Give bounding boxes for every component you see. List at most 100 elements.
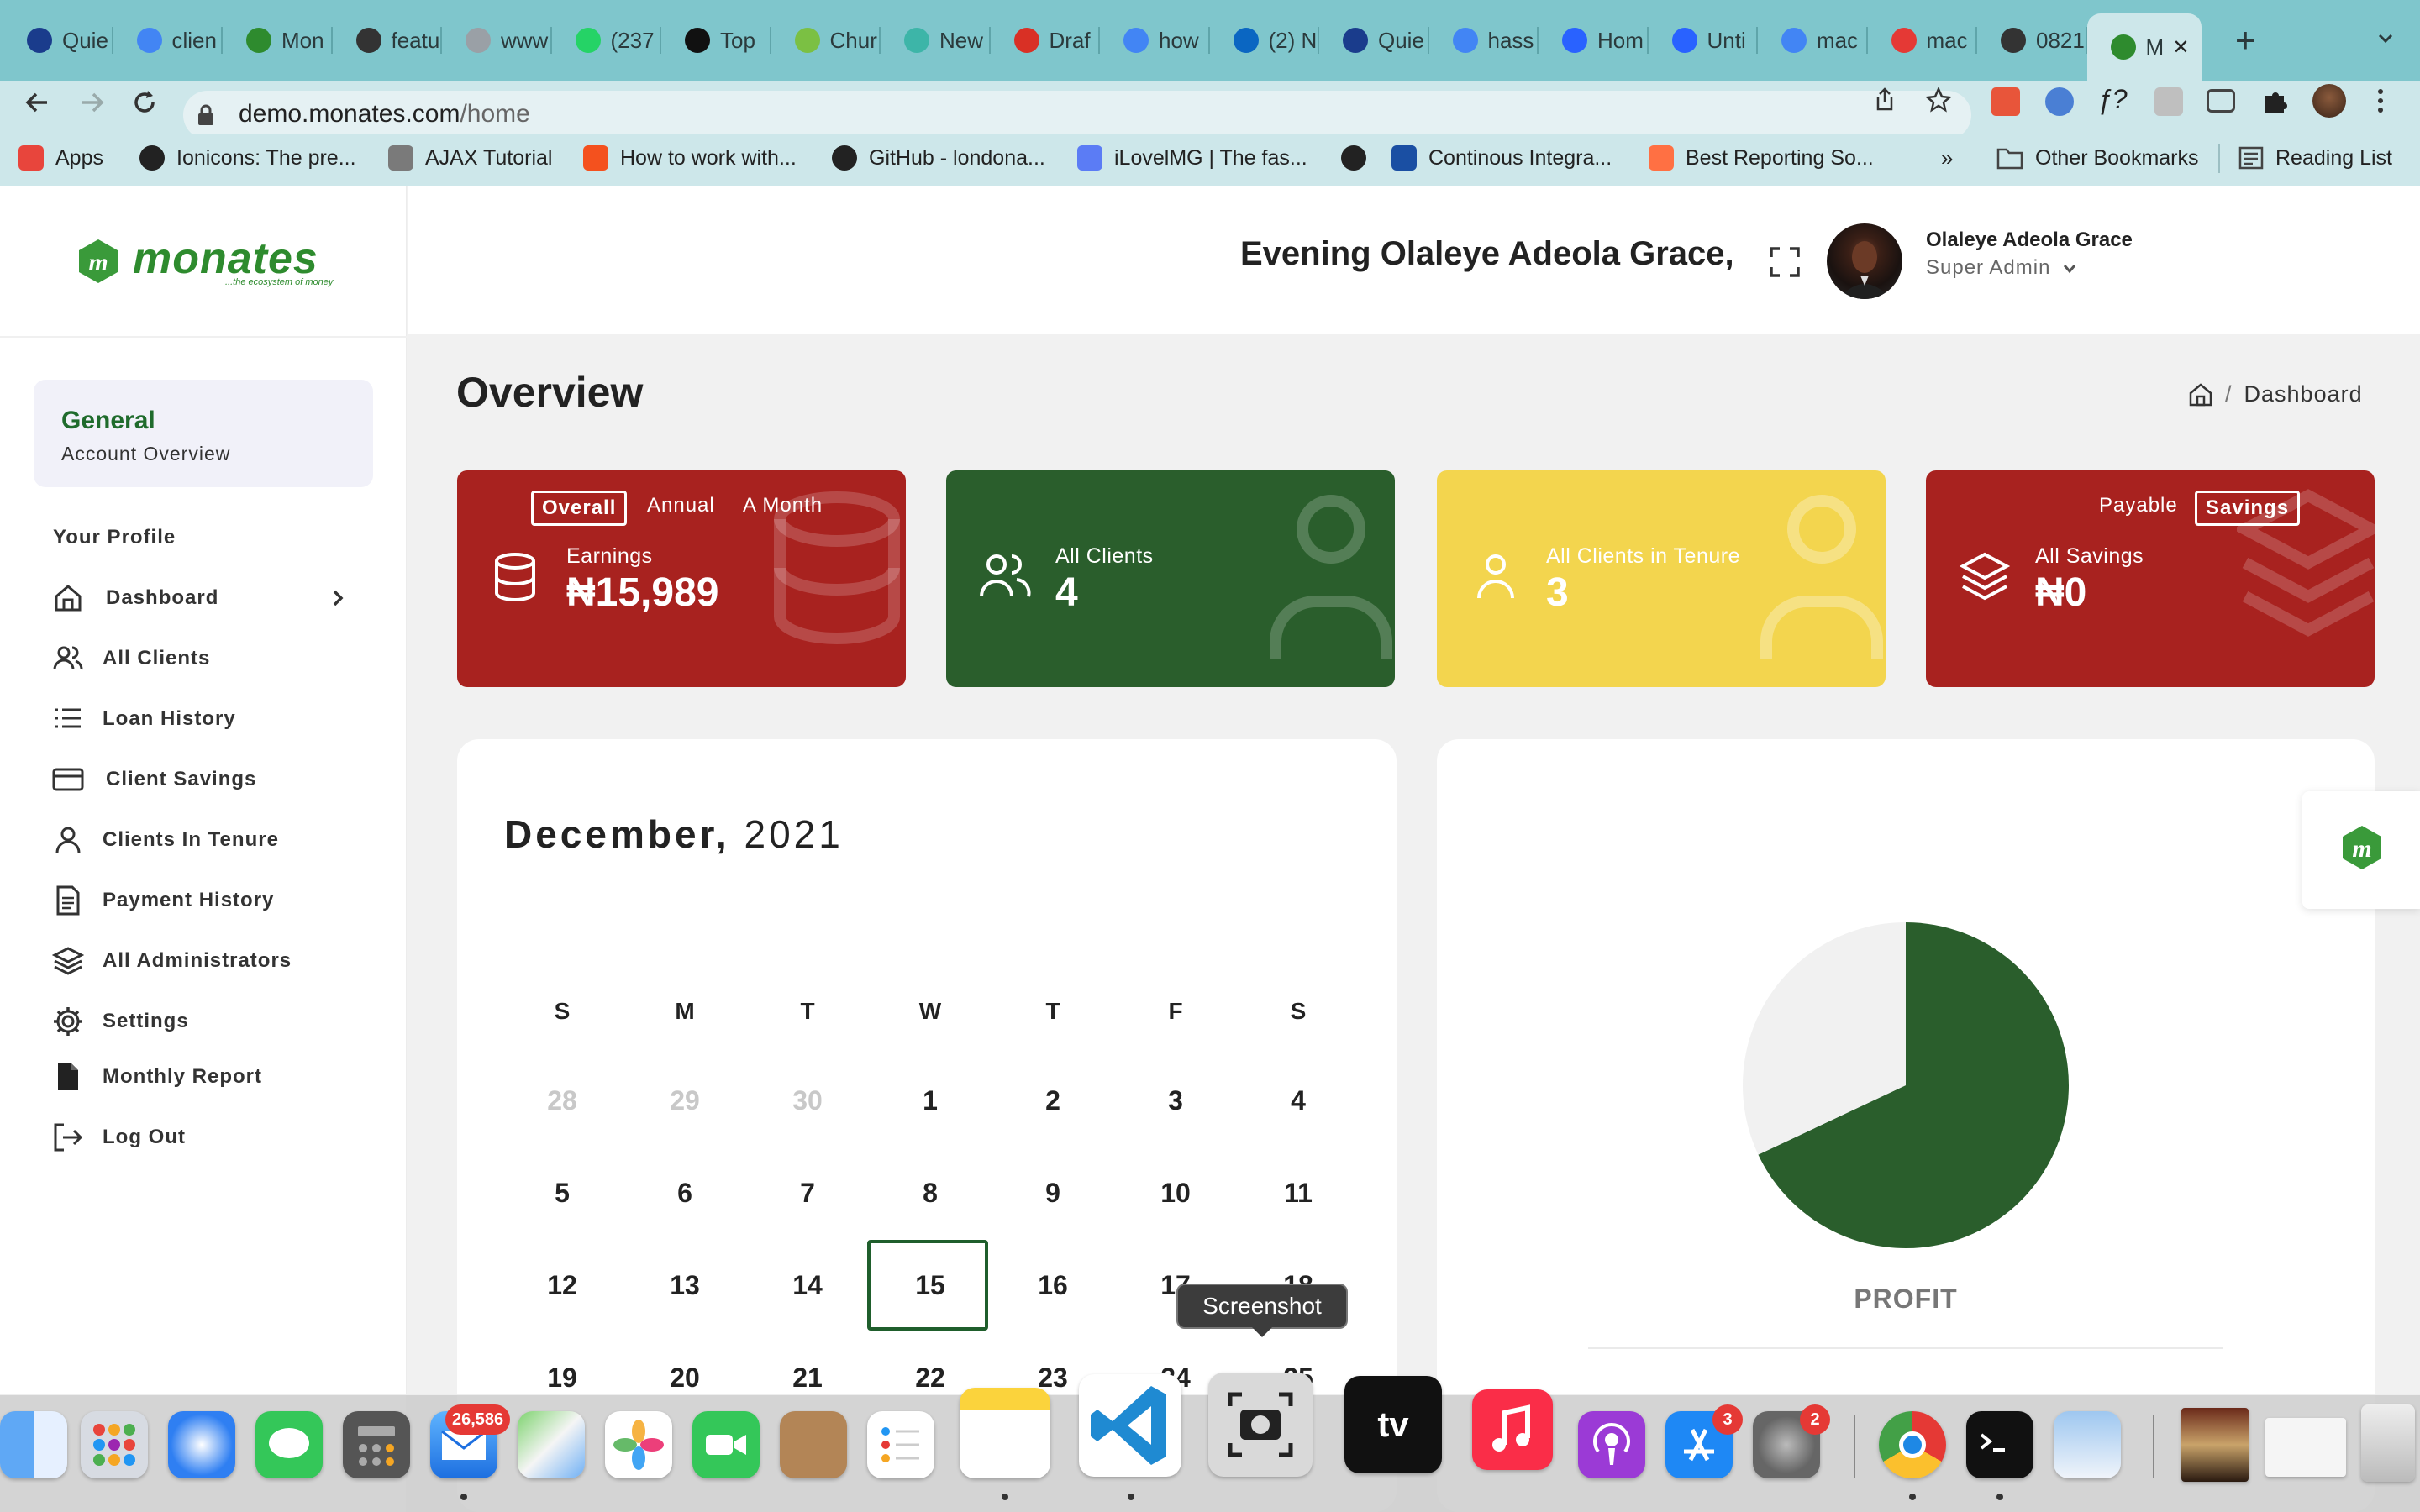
calendar-day[interactable]: 9 (1015, 1178, 1091, 1209)
calendar-day[interactable]: 2 (1015, 1085, 1091, 1116)
extension-display-icon[interactable] (2207, 89, 2235, 113)
browser-tab[interactable]: Draf (991, 15, 1100, 66)
music-icon[interactable] (1472, 1389, 1553, 1470)
fullscreen-icon[interactable] (1768, 245, 1802, 279)
apple-tv-icon[interactable]: tv (1344, 1376, 1442, 1473)
extension-gray-icon[interactable] (2154, 87, 2183, 116)
sidebar-item-settings[interactable]: Settings (52, 1003, 189, 1040)
sidebar-item-clients-in-tenure[interactable]: Clients In Tenure (52, 822, 279, 858)
all-clients-card[interactable]: All Clients 4 (946, 470, 1395, 687)
finder-icon[interactable] (0, 1411, 67, 1478)
floating-logo-button[interactable]: m (2302, 791, 2420, 909)
photos-icon[interactable] (605, 1411, 672, 1478)
browser-tab[interactable]: Top (661, 15, 771, 66)
tab-payable[interactable]: Payable (2091, 491, 2186, 521)
new-tab-button[interactable]: + (2235, 22, 2256, 59)
logo-text[interactable]: monates (133, 234, 318, 284)
browser-tab[interactable]: clien (113, 15, 223, 66)
screenshot-icon[interactable] (1208, 1373, 1313, 1477)
url-text[interactable]: demo.monates.com/home (239, 100, 530, 129)
bookmark-item[interactable]: How to work with... (583, 141, 797, 175)
other-bookmarks[interactable]: Other Bookmarks (1996, 141, 2199, 175)
browser-tab[interactable]: mac (1758, 15, 1868, 66)
facetime-icon[interactable] (692, 1411, 760, 1478)
terminal-icon[interactable] (1966, 1411, 2033, 1478)
tab-overall[interactable]: Overall (531, 491, 628, 526)
browser-tab[interactable]: 0821 (1977, 15, 2087, 66)
calendar-day[interactable]: 20 (647, 1362, 723, 1394)
calendar-day[interactable]: 22 (892, 1362, 968, 1394)
bookmark-star-icon[interactable] (1924, 86, 1953, 114)
tab-search-icon[interactable] (2376, 29, 2395, 47)
tab-active[interactable]: M ✕ (2086, 13, 2202, 81)
tab-annual[interactable]: Annual (639, 491, 723, 521)
bookmark-item[interactable] (1341, 141, 1366, 175)
contacts-icon[interactable] (780, 1411, 847, 1478)
clients-in-tenure-card[interactable]: All Clients in Tenure 3 (1437, 470, 1886, 687)
browser-tab[interactable]: www (442, 15, 552, 66)
browser-tab[interactable]: hass (1429, 15, 1539, 66)
sidebar-item-client-savings[interactable]: Client Savings (52, 761, 256, 798)
calendar-day[interactable]: 4 (1260, 1085, 1336, 1116)
calendar-day[interactable]: 12 (524, 1270, 600, 1301)
avatar[interactable] (1827, 223, 1902, 299)
bookmark-item[interactable]: Continous Integra... (1392, 141, 1612, 175)
bookmark-item[interactable]: Ionicons: The pre... (139, 141, 356, 175)
browser-tab[interactable]: Hom (1539, 15, 1649, 66)
calendar-day[interactable]: 1 (892, 1085, 968, 1116)
launchpad-icon[interactable] (81, 1411, 148, 1478)
messages-icon[interactable] (255, 1411, 323, 1478)
browser-tab[interactable]: featu (333, 15, 442, 66)
tab-savings[interactable]: Savings (2195, 491, 2301, 526)
calendar-day[interactable]: 3 (1138, 1085, 1213, 1116)
reload-icon[interactable] (129, 87, 160, 118)
extension-info-icon[interactable] (2045, 87, 2074, 116)
share-icon[interactable] (1870, 86, 1899, 114)
maps-icon[interactable] (518, 1411, 585, 1478)
calendar-day[interactable]: 11 (1260, 1178, 1336, 1209)
calendar-day[interactable]: 8 (892, 1178, 968, 1209)
calendar-day[interactable]: 6 (647, 1178, 723, 1209)
browser-tab[interactable]: how (1100, 15, 1210, 66)
user-role[interactable]: Super Admin (1926, 256, 2077, 280)
chevron-right-icon[interactable] (331, 588, 345, 608)
browser-tab[interactable]: Quie (3, 15, 113, 66)
extension-icon[interactable] (1991, 87, 2020, 116)
close-tab-icon[interactable]: ✕ (2172, 35, 2189, 60)
sidebar-item-payment-history[interactable]: Payment History (52, 882, 274, 919)
tab-a-month[interactable]: A Month (734, 491, 831, 521)
home-icon[interactable] (2188, 382, 2213, 407)
sidebar-item-dashboard[interactable]: Dashboard (52, 580, 218, 617)
browser-tab[interactable]: (237 (552, 15, 661, 66)
calculator-icon[interactable] (343, 1411, 410, 1478)
document-thumbnail[interactable] (2265, 1418, 2346, 1477)
calendar-day[interactable]: 14 (770, 1270, 845, 1301)
reading-list[interactable]: Reading List (2238, 141, 2392, 175)
bookmark-item[interactable]: AJAX Tutorial (388, 141, 552, 175)
calendar-day[interactable]: 29 (647, 1085, 723, 1116)
image-thumbnail[interactable] (2181, 1408, 2249, 1482)
back-icon[interactable] (22, 87, 52, 118)
podcasts-icon[interactable] (1578, 1411, 1645, 1478)
sidebar-item-monthly-report[interactable]: Monthly Report (52, 1058, 262, 1095)
calendar-day[interactable]: 13 (647, 1270, 723, 1301)
calendar-day[interactable]: 30 (770, 1085, 845, 1116)
browser-tab[interactable]: Mon (223, 15, 333, 66)
extension-formula-icon[interactable]: ƒ? (2097, 84, 2128, 115)
chrome-icon[interactable] (1879, 1411, 1946, 1478)
sidebar-item-all-administrators[interactable]: All Administrators (52, 942, 292, 979)
sidebar-item-log-out[interactable]: Log Out (52, 1119, 186, 1156)
forward-icon[interactable] (77, 87, 108, 118)
bookmark-item[interactable]: Apps (18, 141, 103, 175)
browser-tab[interactable]: New (881, 15, 991, 66)
browser-tab[interactable]: (2) N (1210, 15, 1319, 66)
calendar-day[interactable]: 21 (770, 1362, 845, 1394)
bookmark-item[interactable]: iLovelMG | The fas... (1077, 141, 1307, 175)
browser-tab[interactable]: mac (1868, 15, 1977, 66)
browser-tab[interactable]: Chur (771, 15, 881, 66)
calendar-day[interactable]: 28 (524, 1085, 600, 1116)
user-name[interactable]: Olaleye Adeola Grace (1926, 228, 2133, 252)
notes-icon[interactable] (960, 1388, 1050, 1478)
calendar-day[interactable]: 5 (524, 1178, 600, 1209)
calendar-day[interactable]: 16 (1015, 1270, 1091, 1301)
